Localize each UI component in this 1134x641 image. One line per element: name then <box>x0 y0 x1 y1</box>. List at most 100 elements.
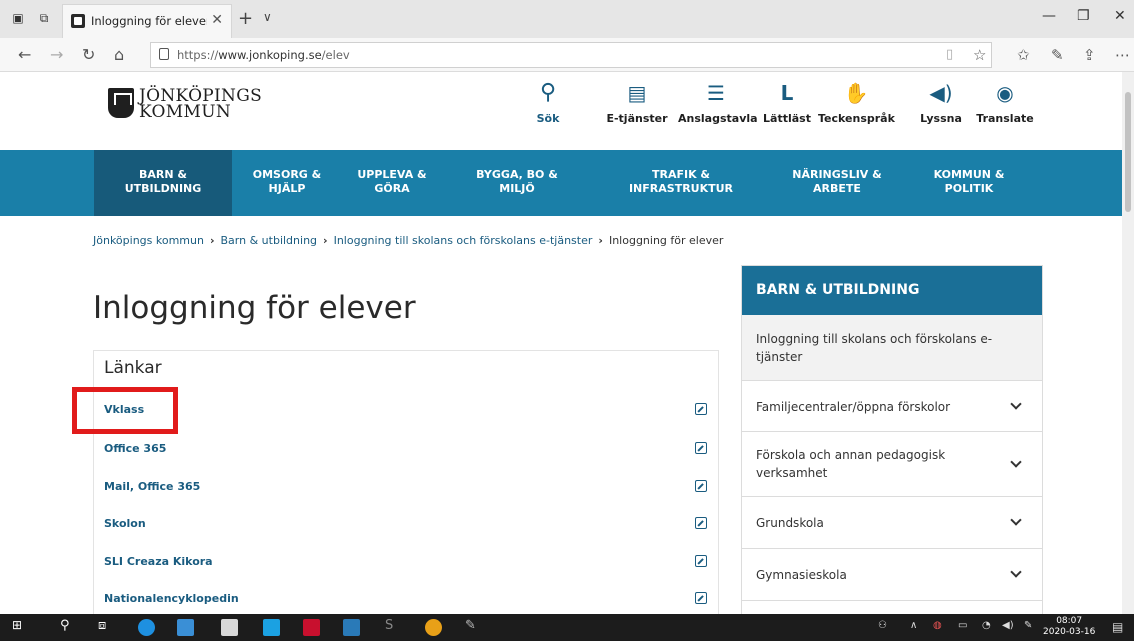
chevron-down-icon[interactable] <box>1010 566 1022 578</box>
mail-icon[interactable] <box>343 619 360 636</box>
external-link-icon <box>695 403 707 415</box>
share-icon[interactable]: ⇪ <box>1083 46 1096 64</box>
battery-icon[interactable]: ▭ <box>958 620 967 631</box>
app-l-icon[interactable] <box>263 619 280 636</box>
chevron-down-icon[interactable] <box>1010 514 1022 526</box>
external-link-icon <box>695 592 707 604</box>
links-panel: Länkar Vklass Office 365 Mail, Office 36… <box>93 350 719 620</box>
pen-tray-icon[interactable]: ✎ <box>1024 620 1032 631</box>
site-logo[interactable]: JÖNKÖPINGS KOMMUN <box>139 88 262 122</box>
notifications-icon[interactable]: ▤ <box>1112 620 1123 634</box>
breadcrumb: Jönköpings kommun › Barn & utbildning › Inlo… <box>93 234 723 247</box>
sidebar-item-grundskola[interactable]: Grundskola <box>742 497 1042 549</box>
tray-chevron-up-icon[interactable]: ∧ <box>910 620 917 631</box>
tab-actions-icon[interactable]: ▣ <box>10 10 26 26</box>
more-icon[interactable]: ⋯ <box>1115 46 1130 64</box>
scrollbar-thumb[interactable] <box>1125 92 1131 212</box>
forward-icon[interactable]: → <box>50 45 63 64</box>
nav-item-naringsliv-arbete[interactable]: NÄRINGSLIV & ARBETE <box>772 150 902 216</box>
set-tabs-aside-icon[interactable]: ⧉ <box>36 10 52 26</box>
taskbar-clock[interactable]: 08:07 2020-03-16 <box>1043 616 1095 638</box>
link-sli-creaza-kikora[interactable]: SLI Creaza Kikora <box>94 543 718 580</box>
chrome-icon[interactable] <box>425 619 442 636</box>
favorites-icon[interactable]: ✩ <box>1017 46 1030 64</box>
browser-tab[interactable]: Inloggning för elever - J ✕ <box>62 4 232 38</box>
city-crest-icon[interactable] <box>108 88 134 118</box>
link-skolon[interactable]: Skolon <box>94 505 718 542</box>
header-link-search[interactable]: ⚲ Sök <box>528 80 568 125</box>
paint-icon[interactable]: ✎ <box>465 618 476 633</box>
nav-item-uppleva-gora[interactable]: UPPLEVA & GÖRA <box>342 150 442 216</box>
main-nav: BARN & UTBILDNING OMSORG & HJÄLP UPPLEVA… <box>0 150 1122 216</box>
link-mail-office-365[interactable]: Mail, Office 365 <box>94 468 718 505</box>
antivirus-icon[interactable] <box>303 619 320 636</box>
easy-read-icon: L <box>780 81 794 105</box>
header-link-easy-read[interactable]: L Lättläst <box>762 80 812 125</box>
wifi-icon[interactable]: ◔ <box>982 620 991 631</box>
sidebar-item-gymnasieskola[interactable]: Gymnasieskola <box>742 549 1042 601</box>
url-text: https://www.jonkoping.se/elev <box>177 48 350 62</box>
people-icon[interactable]: ⚇ <box>878 620 887 631</box>
breadcrumb-item[interactable]: Inloggning till skolans och förskolans e… <box>334 234 593 247</box>
header-link-sign-language[interactable]: ✋ Teckenspråk <box>818 80 895 125</box>
chevron-down-icon[interactable] <box>1010 398 1022 410</box>
nav-item-barn-utbildning[interactable]: BARN & UTBILDNING <box>94 150 232 216</box>
new-tab-icon[interactable]: + <box>238 8 253 29</box>
speaker-icon: ◀) <box>929 81 953 105</box>
sidebar-item-familjecentraler[interactable]: Familjecentraler/öppna förskolor <box>742 381 1042 432</box>
pen-icon[interactable]: ✎ <box>1051 46 1064 64</box>
translate-icon: ◉ <box>996 81 1014 105</box>
back-icon[interactable]: ← <box>18 45 31 64</box>
breadcrumb-item[interactable]: Jönköpings kommun <box>93 234 204 247</box>
chevron-down-icon[interactable] <box>1010 456 1022 468</box>
link-office-365[interactable]: Office 365 <box>94 430 718 467</box>
window-close-icon[interactable]: ✕ <box>1114 8 1126 24</box>
tab-title: Inloggning för elever - J <box>91 14 207 28</box>
breadcrumb-item[interactable]: Barn & utbildning <box>221 234 318 247</box>
site-favicon-icon <box>71 14 85 28</box>
reading-view-icon[interactable]: ▯ <box>946 47 953 62</box>
sidebar-item-forskola[interactable]: Förskola och annan pedagogisk verksamhet <box>742 432 1042 497</box>
sidebar: BARN & UTBILDNING Inloggning till skolan… <box>741 265 1043 621</box>
page-scrollbar[interactable] <box>1122 72 1134 614</box>
breadcrumb-separator-icon: › <box>323 234 328 247</box>
link-nationalencyklopedin[interactable]: Nationalencyklopedin <box>94 580 718 617</box>
url-field[interactable]: https://www.jonkoping.se/elev ▯ ☆ <box>150 42 992 68</box>
windows-start-icon[interactable]: ⊞ <box>12 618 22 632</box>
edge-browser-icon[interactable] <box>138 619 155 636</box>
external-link-icon <box>695 442 707 454</box>
breadcrumb-separator-icon: › <box>209 234 215 247</box>
header-link-translate[interactable]: ◉ Translate <box>975 80 1035 125</box>
header-link-e-services[interactable]: ▤ E-tjänster <box>606 80 668 125</box>
header-link-listen[interactable]: ◀) Lyssna <box>920 80 962 125</box>
external-link-icon <box>695 480 707 492</box>
nav-item-bygga-bo-miljo[interactable]: BYGGA, BO & MILJÖ <box>452 150 582 216</box>
restore-icon[interactable]: ❐ <box>1077 8 1090 24</box>
taskbar-search-icon[interactable]: ⚲ <box>60 618 70 633</box>
sidebar-current-item[interactable]: Inloggning till skolans och förskolans e… <box>742 315 1042 381</box>
breadcrumb-current: Inloggning för elever <box>608 234 724 247</box>
task-view-icon[interactable]: ⧈ <box>98 618 106 633</box>
nav-item-omsorg-hjalp[interactable]: OMSORG & HJÄLP <box>232 150 342 216</box>
sidebar-header[interactable]: BARN & UTBILDNING <box>742 266 1042 315</box>
minimize-icon[interactable]: — <box>1042 8 1056 24</box>
store-icon[interactable] <box>221 619 238 636</box>
skype-icon[interactable]: S <box>385 618 393 633</box>
links-heading: Länkar <box>104 358 162 378</box>
logo-line2: KOMMUN <box>139 102 231 122</box>
header-link-notice-board[interactable]: ☰ Anslagstavla <box>678 80 758 125</box>
security-tray-icon[interactable]: ◍ <box>933 620 942 631</box>
nav-item-kommun-politik[interactable]: KOMMUN & POLITIK <box>914 150 1024 216</box>
link-vklass[interactable]: Vklass <box>94 391 718 428</box>
volume-icon[interactable]: ◀) <box>1002 620 1014 631</box>
file-explorer-icon[interactable] <box>177 619 194 636</box>
favorite-star-icon[interactable]: ☆ <box>973 46 986 64</box>
tab-close-icon[interactable]: ✕ <box>211 12 223 28</box>
home-icon[interactable]: ⌂ <box>114 45 124 64</box>
nav-item-trafik-infrastruktur[interactable]: TRAFIK & INFRASTRUKTUR <box>616 150 746 216</box>
tab-list-chevron-icon[interactable]: ∨ <box>263 10 272 24</box>
external-link-icon <box>695 517 707 529</box>
page-title: Inloggning för elever <box>93 290 416 326</box>
refresh-icon[interactable]: ↻ <box>82 45 95 64</box>
address-bar-row: ← → ↻ ⌂ https://www.jonkoping.se/elev ▯ … <box>0 38 1134 72</box>
